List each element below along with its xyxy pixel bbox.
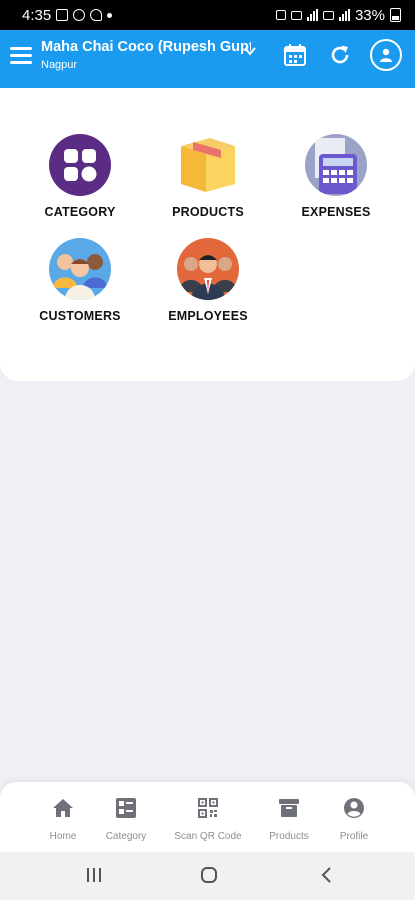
profile-icon	[344, 798, 364, 818]
nav-label: Scan QR Code	[174, 831, 242, 842]
employees-icon	[177, 238, 239, 300]
tile-category[interactable]: CATEGORY	[15, 134, 145, 219]
status-bar: 4:35 33%	[0, 0, 415, 30]
menu-button[interactable]	[10, 47, 32, 65]
home-icon	[53, 799, 73, 817]
bottom-nav: Home Category Scan QR Code Products Prof…	[0, 782, 415, 852]
battery-percent: 33%	[354, 6, 385, 24]
tile-label: PRODUCTS	[172, 205, 244, 219]
nav-category[interactable]: Category	[86, 796, 166, 842]
nav-label: Category	[105, 831, 147, 842]
nav-label: Profile	[339, 831, 369, 842]
dashboard-card: CATEGORY PRODUCTS EXPENSES CUSTOMERS EMP…	[0, 88, 415, 381]
gallery-icon	[56, 9, 69, 21]
tile-label: EMPLOYEES	[168, 309, 248, 323]
tile-label: CUSTOMERS	[39, 309, 121, 323]
signal-icon	[338, 9, 350, 21]
tile-label: EXPENSES	[301, 205, 371, 219]
tile-customers[interactable]: CUSTOMERS	[15, 238, 145, 323]
signal-icon	[306, 9, 318, 21]
back-icon[interactable]	[317, 866, 337, 884]
tile-expenses[interactable]: EXPENSES	[271, 134, 401, 219]
category-list-icon	[116, 798, 136, 818]
nav-scan-qr[interactable]: Scan QR Code	[168, 796, 248, 842]
nav-profile[interactable]: Profile	[314, 796, 394, 842]
calendar-icon[interactable]	[282, 42, 308, 68]
store-location: Nagpur	[41, 59, 78, 71]
app-notification-icon	[90, 9, 103, 21]
refresh-icon[interactable]	[327, 42, 353, 68]
recent-apps-icon[interactable]	[84, 866, 104, 884]
volte-icon	[290, 10, 302, 20]
tile-products[interactable]: PRODUCTS	[143, 134, 273, 219]
volte-icon	[322, 10, 334, 20]
archive-icon	[279, 799, 299, 817]
profile-button[interactable]	[370, 39, 402, 71]
more-notifications-dot	[107, 12, 113, 18]
customers-icon	[49, 238, 111, 300]
status-time: 4:35	[22, 6, 52, 24]
box-icon	[177, 134, 239, 196]
tile-label: CATEGORY	[44, 205, 116, 219]
user-icon	[380, 48, 392, 62]
alarm-icon	[275, 10, 286, 20]
qr-code-icon	[198, 798, 218, 818]
hamburger-icon	[10, 47, 32, 50]
app-bar: Maha Chai Coco (Rupesh Gupta) Nagpur	[0, 30, 415, 88]
whatsapp-icon	[73, 9, 86, 21]
tile-employees[interactable]: EMPLOYEES	[143, 238, 273, 323]
battery-icon	[390, 8, 401, 22]
category-icon	[49, 134, 111, 196]
calculator-icon	[305, 134, 367, 196]
store-name: Maha Chai Coco (Rupesh Gupta)	[41, 39, 251, 55]
home-system-icon[interactable]	[199, 866, 219, 884]
chevron-down-icon[interactable]	[243, 44, 257, 58]
system-nav-bar	[0, 852, 415, 900]
store-title-block[interactable]: Maha Chai Coco (Rupesh Gupta) Nagpur	[41, 39, 251, 71]
